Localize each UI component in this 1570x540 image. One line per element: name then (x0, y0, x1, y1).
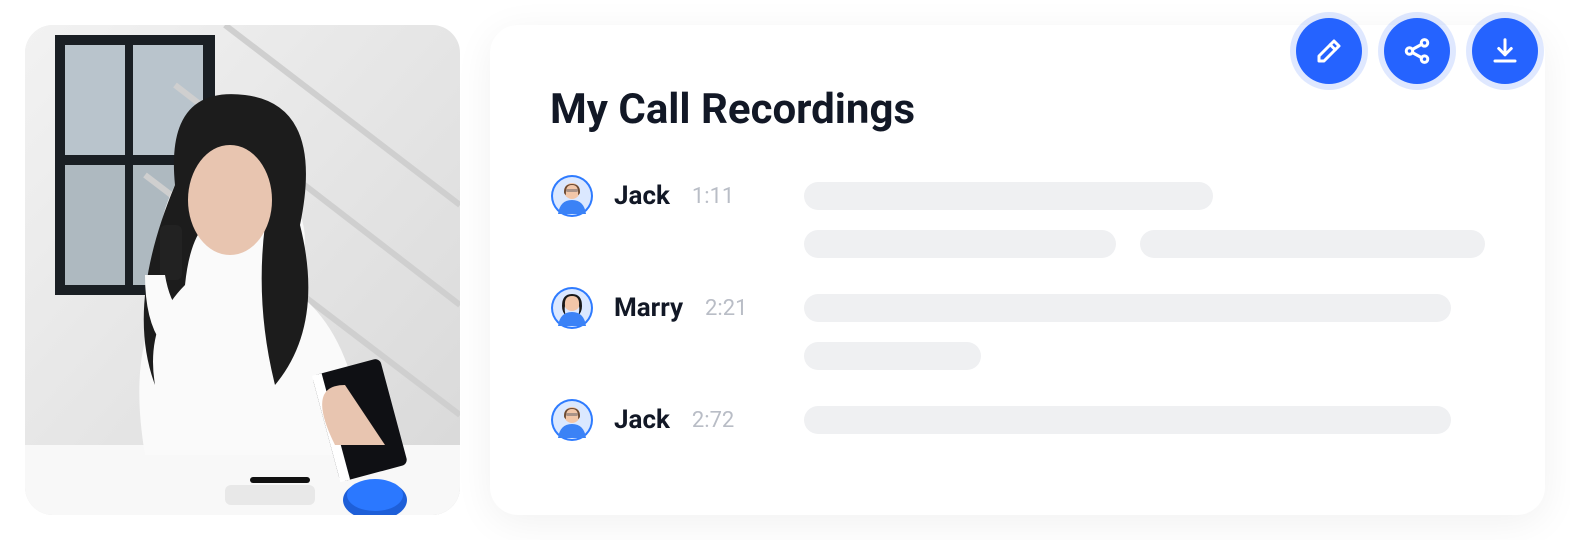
recording-name: Marry (614, 293, 683, 323)
recording-time: 2:72 (692, 408, 734, 433)
download-button[interactable] (1472, 18, 1538, 84)
recording-name: Jack (614, 181, 670, 211)
recording-row[interactable]: Jack 2:72 (550, 398, 1485, 442)
avatar (550, 174, 594, 218)
recordings-card: My Call Recordings Jack 1:11 Marry 2:21 (490, 25, 1545, 515)
avatar (550, 398, 594, 442)
transcript-placeholder (804, 398, 1485, 434)
action-bar (1296, 18, 1538, 84)
transcript-placeholder (804, 174, 1485, 258)
edit-button[interactable] (1296, 18, 1362, 84)
recording-row[interactable]: Jack 1:11 (550, 174, 1485, 258)
avatar (550, 286, 594, 330)
recording-time: 1:11 (692, 184, 734, 209)
transcript-placeholder (804, 286, 1485, 370)
share-button[interactable] (1384, 18, 1450, 84)
recording-name: Jack (614, 405, 670, 435)
recording-time: 2:21 (705, 296, 747, 321)
recording-row[interactable]: Marry 2:21 (550, 286, 1485, 370)
card-title: My Call Recordings (550, 85, 1485, 134)
profile-photo (25, 25, 460, 515)
